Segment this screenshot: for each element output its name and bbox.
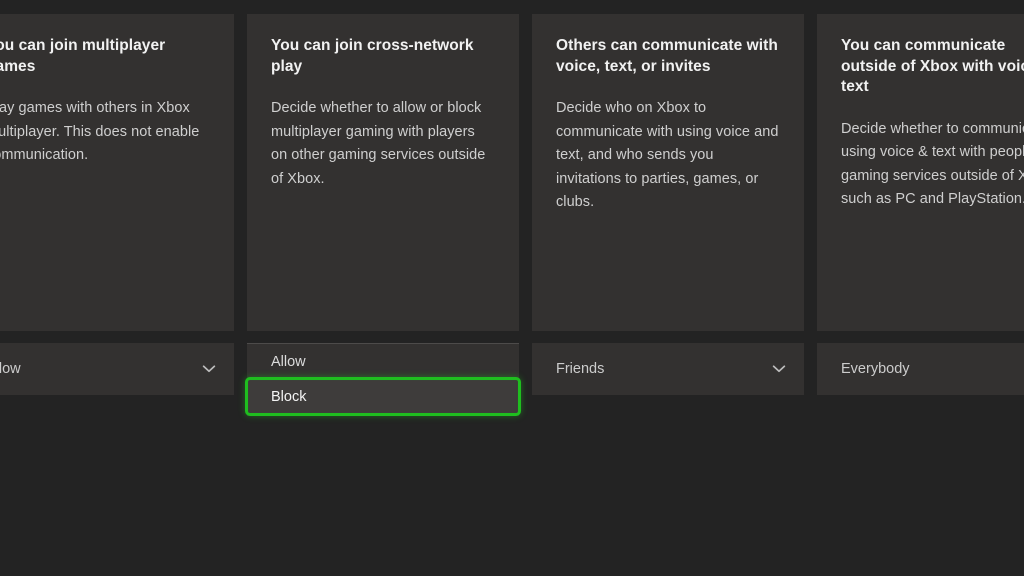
setting-card: You can join cross-network play Decide w… bbox=[247, 14, 519, 331]
setting-card: Others can communicate with voice, text,… bbox=[532, 14, 804, 331]
setting-title: You can join cross-network play bbox=[271, 37, 474, 75]
setting-column-cross-network-play: You can join cross-network play Decide w… bbox=[245, 14, 521, 416]
dropdown-option-label: Allow bbox=[271, 353, 306, 370]
chevron-down-icon bbox=[770, 360, 788, 378]
setting-description: Decide who on Xbox to communicate with u… bbox=[556, 100, 779, 211]
dropdown-option-label: Block bbox=[271, 388, 307, 405]
setting-control: Everybody bbox=[817, 343, 1024, 395]
setting-column-others-communicate: Others can communicate with voice, text,… bbox=[532, 14, 804, 416]
dropdown-selected-value: Allow bbox=[0, 361, 21, 377]
chevron-down-icon bbox=[200, 360, 218, 378]
dropdown-selected-value: Everybody bbox=[841, 361, 910, 377]
setting-description: Decide whether to communicate using voic… bbox=[841, 120, 1024, 208]
dropdown-multiplayer-games[interactable]: Allow bbox=[0, 343, 234, 395]
dropdown-others-communicate[interactable]: Friends bbox=[532, 343, 804, 395]
setting-description: Play games with others in Xbox multiplay… bbox=[0, 100, 200, 164]
setting-title: You can join multiplayer games bbox=[0, 37, 166, 75]
setting-control: Allow bbox=[0, 343, 234, 395]
dropdown-cross-network-play-open: Allow Block bbox=[245, 343, 521, 416]
setting-title: Others can communicate with voice, text,… bbox=[556, 37, 778, 75]
setting-control: Allow Block bbox=[245, 343, 521, 416]
setting-card: You can join multiplayer games Play game… bbox=[0, 14, 234, 331]
setting-description: Decide whether to allow or block multipl… bbox=[271, 100, 486, 187]
setting-control: Friends bbox=[532, 343, 804, 395]
setting-column-multiplayer-games: You can join multiplayer games Play game… bbox=[0, 14, 234, 416]
dropdown-option-allow[interactable]: Allow bbox=[247, 344, 519, 379]
dropdown-selected-value: Friends bbox=[556, 361, 605, 377]
dropdown-option-block[interactable]: Block bbox=[245, 377, 521, 416]
setting-column-communicate-outside-xbox: You can communicate outside of Xbox with… bbox=[817, 14, 1024, 416]
dropdown-communicate-outside-xbox[interactable]: Everybody bbox=[817, 343, 1024, 395]
setting-title: You can communicate outside of Xbox with… bbox=[841, 37, 1024, 96]
privacy-settings-grid: You can join multiplayer games Play game… bbox=[0, 14, 1024, 416]
setting-card: You can communicate outside of Xbox with… bbox=[817, 14, 1024, 331]
